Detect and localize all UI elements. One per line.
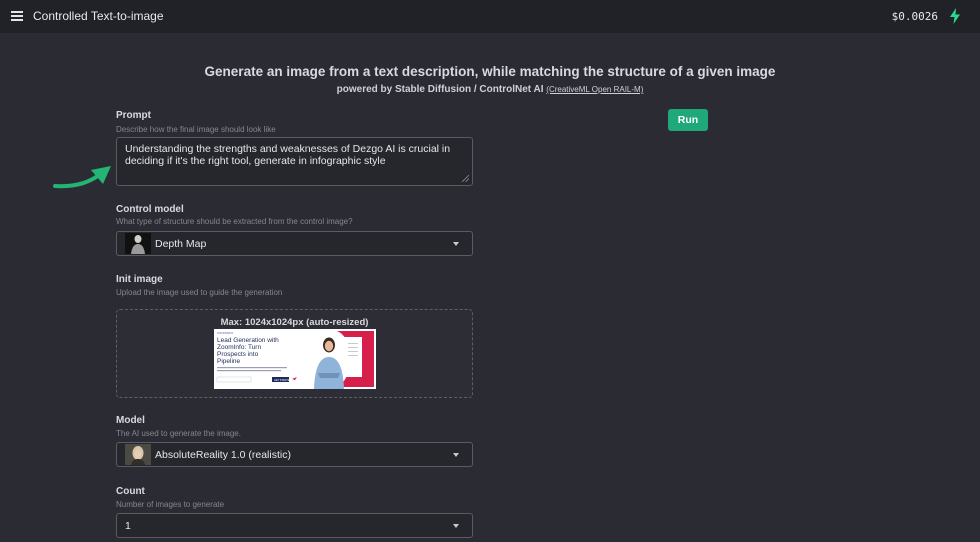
control-model-select[interactable]: Depth Map [116,231,473,256]
prompt-textarea[interactable]: Understanding the strengths and weakness… [116,137,473,186]
license-link[interactable]: (CreativeML Open RAIL-M) [546,85,643,94]
top-bar: Controlled Text-to-image $0.0026 [0,0,980,33]
green-curved-arrow-icon [53,166,111,189]
powered-by-text: powered by Stable Diffusion / ControlNet… [336,84,544,95]
balance-display: $0.0026 [891,10,938,23]
count-hint: Number of images to generate [116,500,225,509]
chevron-down-icon [453,242,459,246]
max-size-note: Max: 1024x1024px (auto-resized) [220,317,369,328]
lightning-bolt-icon [950,8,960,24]
hamburger-menu-icon[interactable] [11,11,23,21]
prompt-hint: Describe how the final image should look… [116,125,276,134]
init-image-label: Init image [116,274,163,285]
init-image-hint: Upload the image used to guide the gener… [116,288,283,297]
run-button[interactable]: Run [668,109,708,131]
preview-graphic: ZOOMINFO Lead Generation with ZoomInfo: … [214,329,376,389]
prompt-label: Prompt [116,110,151,121]
control-model-hint: What type of structure should be extract… [116,217,353,226]
chevron-down-icon [453,524,459,528]
chevron-down-icon [453,453,459,457]
preview-button: GET STARTED [274,379,291,382]
prompt-text: Understanding the strengths and weakness… [125,143,451,167]
model-value: AbsoluteReality 1.0 (realistic) [155,449,291,461]
app-title: Controlled Text-to-image [33,9,164,23]
init-image-preview: ZOOMINFO Lead Generation with ZoomInfo: … [214,329,376,389]
count-value: 1 [125,520,131,532]
depth-map-thumbnail [125,233,151,254]
resize-grip-icon[interactable] [462,175,469,182]
count-label: Count [116,486,145,497]
control-model-value: Depth Map [155,238,207,250]
init-image-dropzone[interactable]: Max: 1024x1024px (auto-resized) ZOOMINFO… [116,309,473,398]
model-select[interactable]: AbsoluteReality 1.0 (realistic) [116,442,473,467]
model-thumbnail [125,444,151,465]
preview-tag: ZOOMINFO [217,331,234,335]
model-hint: The AI used to generate the image. [116,429,241,438]
control-model-label: Control model [116,204,184,215]
powered-by-line: powered by Stable Diffusion / ControlNet… [0,84,980,95]
model-label: Model [116,415,145,426]
page-headline: Generate an image from a text descriptio… [204,64,776,79]
count-select[interactable]: 1 [116,513,473,538]
